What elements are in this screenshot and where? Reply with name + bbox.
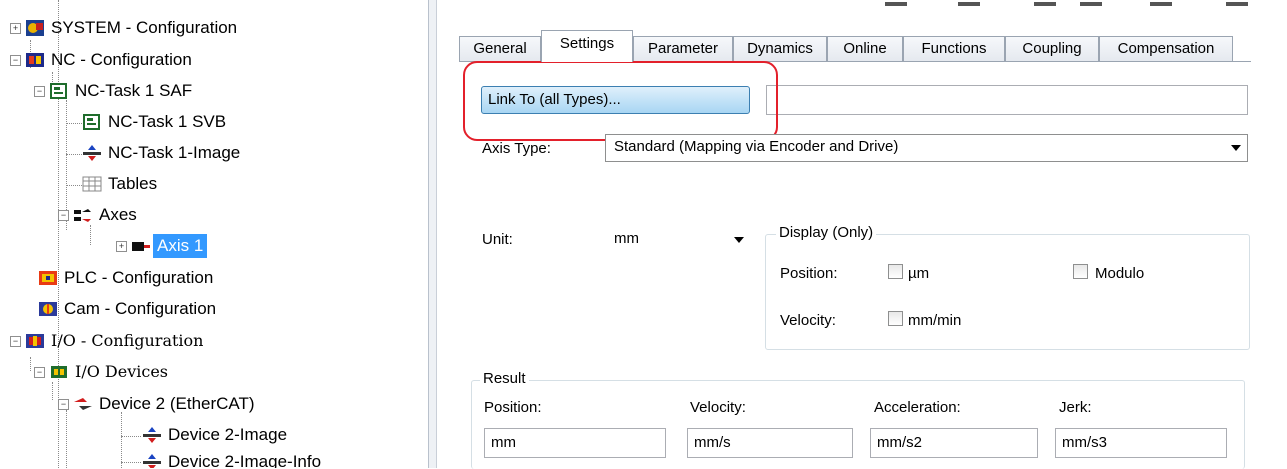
tree-item-device-2-image[interactable]: Device 2-Image <box>142 421 291 449</box>
tree-item-label: I/O - Configuration <box>51 331 204 350</box>
modulo-checkbox[interactable] <box>1073 264 1088 279</box>
collapse-icon[interactable]: − <box>58 398 69 410</box>
tree-item-axes[interactable]: − Axes <box>58 201 141 229</box>
chevron-down-icon <box>734 237 744 243</box>
unit-value: mm <box>614 230 639 247</box>
tree-item-io[interactable]: − I/O - Configuration <box>10 327 207 355</box>
toolbar-edge <box>1150 2 1172 6</box>
plc-icon <box>38 269 58 287</box>
unit-dropdown[interactable]: mm <box>605 226 751 255</box>
image-icon <box>82 144 102 162</box>
tree-item-label: Device 2-Image-Info <box>168 452 322 468</box>
result-acceleration-label: Acceleration: <box>874 399 961 416</box>
result-jerk-label: Jerk: <box>1059 399 1092 416</box>
tree-item-label: I/O Devices <box>75 362 169 381</box>
task-icon <box>82 113 102 131</box>
result-position-label: Position: <box>484 399 542 416</box>
toolbar-edge <box>1034 2 1056 6</box>
tree-item-label: Axes <box>99 205 137 224</box>
tab-functions[interactable]: Functions <box>903 36 1005 61</box>
tree-item-system[interactable]: + SYSTEM - Configuration <box>10 14 241 42</box>
tree-item-axis-1[interactable]: + Axis 1 <box>116 232 208 260</box>
axis-type-value: Standard (Mapping via Encoder and Drive) <box>614 138 899 155</box>
tree-item-label: PLC - Configuration <box>64 268 214 287</box>
tab-dynamics[interactable]: Dynamics <box>733 36 827 61</box>
system-icon <box>25 19 45 37</box>
tab-general[interactable]: General <box>459 36 541 61</box>
nc-config-icon <box>25 51 45 69</box>
collapse-icon[interactable]: − <box>34 366 45 378</box>
display-group <box>765 234 1250 350</box>
expand-icon[interactable]: + <box>116 240 127 252</box>
tree-item-nc-task-image[interactable]: NC-Task 1-Image <box>82 139 244 167</box>
um-checkbox[interactable] <box>888 264 903 279</box>
unit-label: Unit: <box>482 231 513 248</box>
toolbar-edge <box>1226 2 1248 6</box>
tree-item-label: NC - Configuration <box>51 50 192 69</box>
tree-item-nc-task-saf[interactable]: − NC-Task 1 SAF <box>34 77 196 105</box>
tree-item-label: Axis 1 <box>153 234 208 258</box>
pane-splitter[interactable] <box>429 0 437 468</box>
result-velocity-field[interactable]: mm/s <box>687 428 853 458</box>
tree-item-label: SYSTEM - Configuration <box>51 18 238 37</box>
tree-item-plc[interactable]: PLC - Configuration <box>38 264 217 292</box>
axis-type-dropdown[interactable]: Standard (Mapping via Encoder and Drive) <box>605 134 1248 162</box>
um-checkbox-label: µm <box>908 265 930 282</box>
toolbar-edge <box>885 2 907 6</box>
modulo-checkbox-label: Modulo <box>1095 265 1145 282</box>
collapse-icon[interactable]: − <box>34 85 45 97</box>
display-velocity-label: Velocity: <box>780 312 836 329</box>
axes-icon <box>73 206 93 224</box>
solution-tree[interactable]: + SYSTEM - Configuration − NC - Configur… <box>0 0 429 468</box>
axis-type-label: Axis Type: <box>482 140 551 157</box>
toolbar-edge <box>1080 2 1102 6</box>
tree-item-cam[interactable]: Cam - Configuration <box>38 295 220 323</box>
axis-icon <box>131 237 151 255</box>
link-target-field[interactable] <box>766 85 1248 115</box>
image-icon <box>142 453 162 468</box>
tree-item-label: Tables <box>108 174 158 193</box>
tree-item-label: Cam - Configuration <box>64 299 217 318</box>
result-position-field[interactable]: mm <box>484 428 666 458</box>
toolbar-edge <box>958 2 980 6</box>
tab-coupling[interactable]: Coupling <box>1005 36 1099 61</box>
tree-item-label: NC-Task 1 SVB <box>108 112 227 131</box>
cam-icon <box>38 300 58 318</box>
collapse-icon[interactable]: − <box>58 209 69 221</box>
tree-item-nc[interactable]: − NC - Configuration <box>10 46 196 74</box>
tree-item-device-2[interactable]: − Device 2 (EtherCAT) <box>58 390 259 418</box>
tree-item-device-2-image-info[interactable]: Device 2-Image-Info <box>142 448 325 468</box>
highlight-annotation <box>463 61 778 141</box>
tree-item-label: NC-Task 1 SAF <box>75 81 193 100</box>
tree-item-tables[interactable]: Tables <box>82 170 161 198</box>
tree-item-label: Device 2-Image <box>168 425 288 444</box>
collapse-icon[interactable]: − <box>10 335 21 347</box>
io-config-icon <box>25 332 45 350</box>
tab-online[interactable]: Online <box>827 36 903 61</box>
table-icon <box>82 175 102 193</box>
tab-parameter[interactable]: Parameter <box>633 36 733 61</box>
result-acceleration-field[interactable]: mm/s2 <box>870 428 1038 458</box>
tab-settings[interactable]: Settings <box>541 30 633 62</box>
mm-min-checkbox[interactable] <box>888 311 903 326</box>
tab-compensation[interactable]: Compensation <box>1099 36 1233 61</box>
chevron-down-icon <box>1231 145 1241 151</box>
image-icon <box>142 426 162 444</box>
task-icon <box>49 82 69 100</box>
tree-item-label: Device 2 (EtherCAT) <box>99 394 255 413</box>
result-jerk-field[interactable]: mm/s3 <box>1055 428 1227 458</box>
display-position-label: Position: <box>780 265 838 282</box>
io-devices-icon <box>49 363 69 381</box>
result-velocity-label: Velocity: <box>690 399 746 416</box>
result-group-title: Result <box>480 370 529 387</box>
mm-min-checkbox-label: mm/min <box>908 312 962 329</box>
tree-item-nc-task-svb[interactable]: NC-Task 1 SVB <box>82 108 230 136</box>
ethercat-icon <box>73 395 93 413</box>
collapse-icon[interactable]: − <box>10 54 21 66</box>
tree-item-label: NC-Task 1-Image <box>108 143 241 162</box>
display-group-title: Display (Only) <box>776 224 877 241</box>
tree-item-io-devices[interactable]: − I/O Devices <box>34 358 172 386</box>
expand-icon[interactable]: + <box>10 22 21 34</box>
